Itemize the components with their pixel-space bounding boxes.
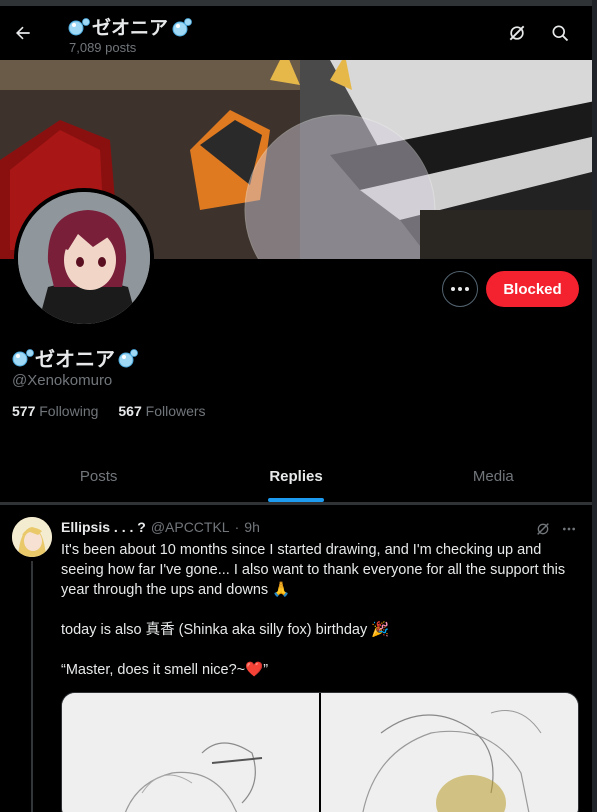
tweet-text-paragraph-3: “Master, does it smell nice?~❤️” [61, 662, 269, 678]
followers-link[interactable]: 567 Followers [118, 403, 205, 419]
scrollbar-track[interactable] [592, 0, 597, 812]
tweet-author-handle[interactable]: @APCCTKL [151, 519, 230, 535]
blocked-button[interactable]: Blocked [486, 271, 579, 307]
tweet-author-avatar[interactable] [12, 517, 52, 557]
bubbles-emoji-icon [172, 17, 192, 36]
avatar-image [18, 192, 150, 324]
tweet-author-name[interactable]: Ellipsis . . . ? [61, 519, 146, 535]
bubbles-emoji-icon [118, 348, 138, 367]
tweet-text-paragraph-2: today is also 真香 (Shinka aka silly fox) … [61, 622, 390, 638]
tweet-more-button[interactable] [557, 517, 581, 541]
thread-line [31, 561, 33, 812]
tab-replies[interactable]: Replies [197, 450, 394, 502]
profile-display-name: ゼオニア [35, 349, 115, 371]
bubbles-emoji-icon [68, 17, 90, 35]
follow-stats: 577 Following 567 Followers [12, 403, 206, 419]
header-title: ゼオニア [68, 13, 192, 40]
sketch-image [321, 693, 578, 812]
tab-posts[interactable]: Posts [0, 450, 197, 502]
grok-icon [509, 25, 525, 41]
following-link[interactable]: 577 Following [12, 403, 98, 419]
more-dots-icon [451, 287, 455, 291]
followers-label: Followers [145, 403, 206, 419]
tweet-text-paragraph-1: It's been about 10 months since I starte… [61, 542, 566, 598]
tab-media[interactable]: Media [395, 450, 592, 502]
back-button[interactable] [8, 16, 38, 50]
divider [0, 503, 592, 505]
profile-header: ゼオニア 7,089 posts [0, 6, 592, 60]
tweet-media-image-2[interactable] [321, 693, 578, 812]
following-label: Following [39, 403, 99, 419]
profile-handle: @Xenokomuro [12, 372, 113, 389]
tweet-media-image-1[interactable] [62, 693, 319, 812]
grok-button[interactable] [500, 16, 534, 50]
search-icon [552, 25, 569, 42]
header-display-name: ゼオニア [92, 18, 169, 39]
more-dots-icon [563, 527, 575, 531]
tweet-avatar-image [12, 517, 52, 557]
tweet-media-grid [61, 692, 579, 812]
profile-avatar[interactable] [14, 188, 154, 328]
profile-tabs: Posts Replies Media [0, 450, 592, 503]
profile-display-name-row: ゼオニア [12, 343, 138, 372]
tweet-grok-button[interactable] [531, 517, 555, 541]
more-dots-icon [465, 287, 469, 291]
tweet-header: Ellipsis . . . ? @APCCTKL · 9h [61, 519, 260, 535]
tweet-separator: · [234, 519, 240, 535]
post-count: 7,089 posts [69, 40, 137, 55]
arrow-left-icon [16, 26, 30, 40]
tweet-time[interactable]: 9h [244, 519, 260, 535]
grok-icon [537, 523, 549, 535]
following-count: 577 [12, 403, 36, 419]
more-options-button[interactable] [442, 271, 478, 307]
more-dots-icon [458, 287, 462, 291]
search-button[interactable] [543, 16, 577, 50]
bubbles-emoji-icon [12, 348, 34, 366]
sketch-image [62, 693, 319, 812]
followers-count: 567 [118, 403, 142, 419]
